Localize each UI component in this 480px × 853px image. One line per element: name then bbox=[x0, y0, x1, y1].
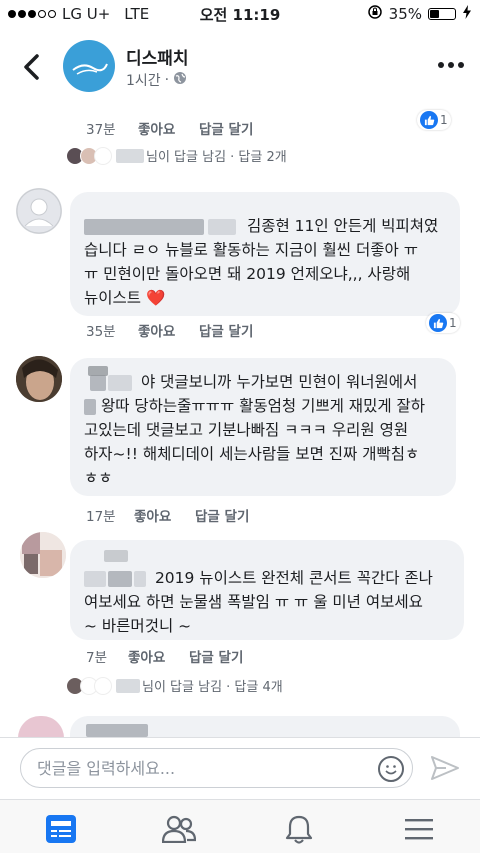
reply-button[interactable]: 답글 달기 bbox=[195, 505, 249, 525]
like-count-badge[interactable]: 1 bbox=[417, 110, 451, 130]
status-bar: LG U+ LTE 오전 11:19 35% bbox=[0, 0, 480, 28]
comment-time: 37분 bbox=[86, 122, 116, 138]
charging-icon bbox=[462, 5, 472, 23]
view-replies-link[interactable]: 님이 답글 남김 · 답글 2개 bbox=[66, 146, 287, 165]
commenter-avatar[interactable] bbox=[16, 188, 62, 234]
comment-time: 35분 bbox=[86, 324, 116, 340]
reply-button[interactable]: 답글 달기 bbox=[199, 118, 253, 138]
commenter-avatar[interactable] bbox=[18, 716, 64, 738]
like-button[interactable]: 좋아요 bbox=[138, 320, 175, 340]
heart-emoji: ❤️ bbox=[145, 289, 166, 307]
thumbs-up-icon bbox=[420, 111, 438, 129]
battery-percent: 35% bbox=[388, 5, 422, 23]
tab-bar bbox=[0, 799, 480, 853]
post-header: 디스패치 1시간 · bbox=[0, 30, 480, 108]
comment-bubble bbox=[70, 716, 460, 737]
reply-avatars bbox=[66, 676, 112, 695]
like-button[interactable]: 좋아요 bbox=[128, 646, 165, 666]
comment-bubble: 김종현 11인 안든게 빅피쳐였 습니다 ㄹㅇ 뉴블로 활동하는 지금이 훨씬 … bbox=[70, 192, 460, 316]
comment-time: 7분 bbox=[86, 650, 108, 666]
notifications-icon[interactable] bbox=[282, 812, 316, 846]
comment-input[interactable]: 댓글을 입력하세요... bbox=[20, 748, 413, 788]
emoji-icon[interactable] bbox=[378, 756, 404, 782]
send-icon[interactable] bbox=[430, 754, 460, 786]
comment-composer: 댓글을 입력하세요... bbox=[0, 737, 480, 799]
more-options-icon[interactable] bbox=[438, 62, 464, 68]
view-replies-link[interactable]: 님이 답글 남김 · 답글 4개 bbox=[66, 676, 283, 695]
thumbs-up-icon bbox=[429, 314, 447, 332]
friends-icon[interactable] bbox=[162, 812, 196, 846]
commenter-avatar[interactable] bbox=[20, 532, 66, 578]
news-feed-icon[interactable] bbox=[44, 812, 78, 846]
commenter-name[interactable] bbox=[104, 550, 128, 562]
reply-button[interactable]: 답글 달기 bbox=[189, 646, 243, 666]
like-count-badge[interactable]: 1 bbox=[426, 313, 460, 333]
reply-button[interactable]: 답글 달기 bbox=[199, 320, 253, 340]
comment-bubble: 2019 뉴이스트 완전체 콘서트 꼭간다 존나 여보세요 하면 눈물샘 폭발임… bbox=[70, 540, 464, 640]
comment-time: 17분 bbox=[86, 509, 116, 525]
like-button[interactable]: 좋아요 bbox=[138, 118, 175, 138]
page-avatar[interactable] bbox=[63, 40, 115, 92]
globe-icon bbox=[173, 71, 187, 89]
menu-icon[interactable] bbox=[402, 812, 436, 846]
page-name[interactable]: 디스패치 bbox=[126, 44, 189, 69]
reply-avatars bbox=[66, 146, 112, 165]
commenter-avatar[interactable] bbox=[16, 356, 62, 402]
like-button[interactable]: 좋아요 bbox=[134, 505, 171, 525]
battery-icon bbox=[428, 8, 456, 20]
commenter-name[interactable] bbox=[88, 366, 108, 376]
comment-bubble: 야 댓글보니까 누가보면 민현이 워너원에서 왕따 당하는줄ㅠㅠㅠ 활동엄청 기… bbox=[70, 358, 456, 496]
rotation-lock-icon bbox=[367, 4, 383, 24]
back-icon[interactable] bbox=[20, 52, 44, 82]
post-time: 1시간 bbox=[126, 73, 161, 89]
